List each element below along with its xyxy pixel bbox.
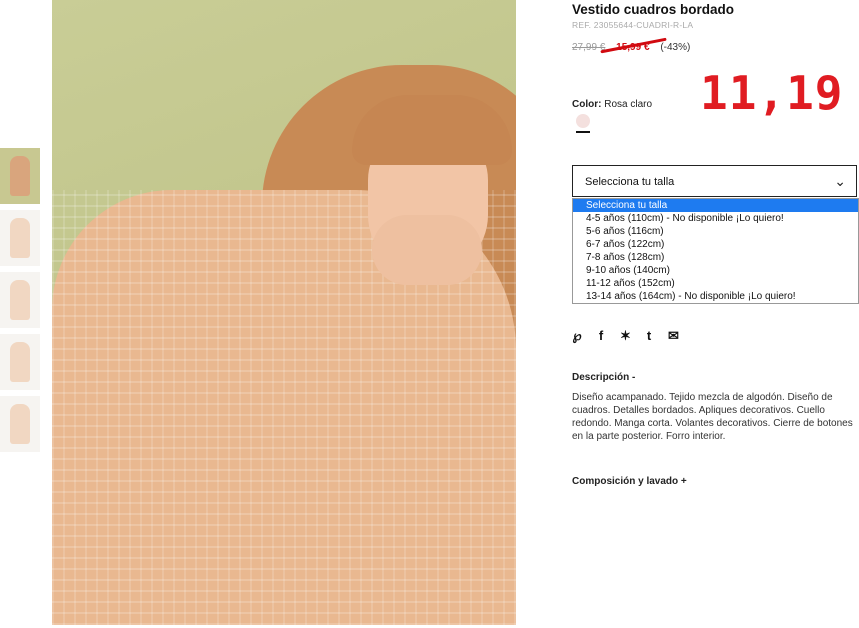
product-main-image[interactable] <box>52 0 516 625</box>
price-row: 27,99 € 15,99 € (-43%) <box>572 42 859 58</box>
color-row: Color: Rosa claro <box>572 99 652 110</box>
size-dropdown-list: Selecciona tu talla 4-5 años (110cm) - N… <box>572 198 859 304</box>
new-price: 15,99 € <box>616 42 650 53</box>
color-swatch[interactable] <box>576 114 590 128</box>
product-info: Vestido cuadros bordado REF. 23055644-CU… <box>572 0 859 58</box>
size-option[interactable]: Selecciona tu talla <box>573 199 858 212</box>
thumbnail-3[interactable] <box>0 272 40 328</box>
email-icon[interactable]: ✉ <box>668 328 679 344</box>
product-title: Vestido cuadros bordado <box>572 2 735 17</box>
description-text: Diseño acampanado. Tejido mezcla de algo… <box>572 392 853 442</box>
thumbnail-list <box>0 148 40 458</box>
thumbnail-1[interactable] <box>0 148 40 204</box>
size-option[interactable]: 4-5 años (110cm) - No disponible ¡Lo qui… <box>573 212 858 225</box>
twitter-icon[interactable]: ✶ <box>620 328 631 344</box>
description-toggle[interactable]: Descripción - <box>572 372 635 383</box>
size-select-label: Selecciona tu talla <box>585 176 675 188</box>
size-option[interactable]: 9-10 años (140cm) <box>573 264 858 277</box>
size-option[interactable]: 13-14 años (164cm) - No disponible ¡Lo q… <box>573 290 858 303</box>
size-option[interactable]: 5-6 años (116cm) <box>573 225 858 238</box>
color-label: Color: <box>572 99 602 110</box>
thumbnail-4[interactable] <box>0 334 40 390</box>
swatch-selected-indicator <box>576 131 590 133</box>
product-ref: REF. 23055644-CUADRI-R-LA <box>572 20 694 30</box>
color-value: Rosa claro <box>604 99 653 110</box>
thumbnail-5[interactable] <box>0 396 40 452</box>
size-option[interactable]: 7-8 años (128cm) <box>573 251 858 264</box>
chevron-down-icon: ⌄ <box>834 173 846 189</box>
tumblr-icon[interactable]: t <box>644 328 654 344</box>
composition-toggle[interactable]: Composición y lavado + <box>572 476 687 487</box>
facebook-icon[interactable]: f <box>596 328 606 344</box>
size-option[interactable]: 6-7 años (122cm) <box>573 238 858 251</box>
thumbnail-2[interactable] <box>0 210 40 266</box>
pinterest-icon[interactable]: ℘ <box>572 328 582 344</box>
share-icons: ℘ f ✶ t ✉ <box>572 328 678 344</box>
handwritten-price-annotation: 11,19 <box>700 66 844 120</box>
size-select[interactable]: Selecciona tu talla ⌄ <box>572 165 857 197</box>
size-option[interactable]: 11-12 años (152cm) <box>573 277 858 290</box>
discount-badge: (-43%) <box>660 42 691 53</box>
